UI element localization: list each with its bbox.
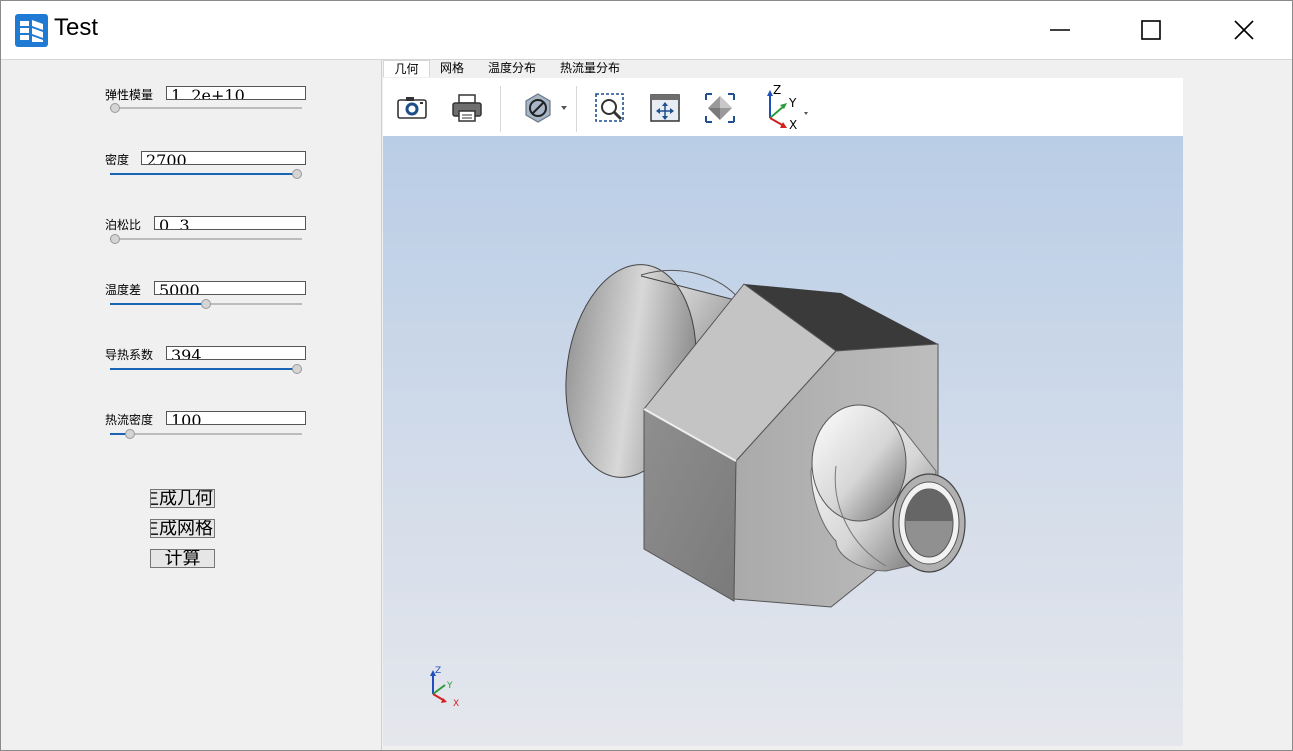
triad-x-label: X bbox=[453, 699, 459, 709]
app-logo-icon bbox=[15, 14, 48, 47]
print-icon[interactable] bbox=[450, 91, 484, 125]
maximize-button[interactable] bbox=[1106, 1, 1196, 59]
tab-mesh[interactable]: 网格 bbox=[440, 60, 464, 76]
generate-geometry-label: 生成几何 bbox=[151, 489, 213, 508]
fit-all-icon[interactable] bbox=[648, 91, 682, 125]
tab-heat-flow[interactable]: 热流量分布 bbox=[560, 60, 620, 76]
camera-icon[interactable] bbox=[395, 91, 429, 125]
minimize-icon bbox=[1050, 29, 1070, 31]
slider-thumb[interactable] bbox=[125, 429, 135, 439]
density-slider[interactable] bbox=[110, 169, 302, 179]
param-label-thermal-conductivity: 导热系数 bbox=[105, 348, 154, 362]
param-label-temperature-diff: 温度差 bbox=[105, 283, 142, 297]
zoom-window-icon[interactable] bbox=[593, 91, 627, 125]
viewer-toolbar: Z Y X bbox=[383, 78, 1183, 136]
3d-viewport[interactable]: Z Y X bbox=[383, 136, 1183, 746]
view-cube-icon[interactable] bbox=[703, 91, 737, 125]
param-label-poisson-ratio: 泊松比 bbox=[105, 218, 142, 232]
slider-fill bbox=[110, 303, 206, 305]
compute-label: 计算 bbox=[164, 549, 201, 568]
tab-temperature[interactable]: 温度分布 bbox=[488, 60, 536, 76]
density-input[interactable]: 2700 bbox=[141, 151, 306, 165]
toolbar-separator bbox=[500, 86, 501, 132]
window-title: Test bbox=[54, 14, 99, 41]
elastic-modulus-input[interactable]: 1. 2e+10 bbox=[166, 86, 306, 100]
poisson-ratio-input[interactable]: 0. 3 bbox=[154, 216, 306, 230]
title-bar: Test bbox=[1, 1, 1292, 60]
generate-mesh-label: 生成网格 bbox=[151, 519, 213, 538]
triad-z-label: Z bbox=[435, 666, 441, 676]
temperature-diff-input[interactable]: 5000 bbox=[154, 281, 306, 295]
temperature-diff-slider[interactable] bbox=[110, 299, 302, 309]
tab-geometry[interactable]: 几何 bbox=[383, 60, 430, 77]
axes-triad: Z Y X bbox=[430, 666, 459, 709]
axis-y-label: Y bbox=[788, 96, 797, 110]
slider-thumb[interactable] bbox=[201, 299, 211, 309]
maximize-icon bbox=[1141, 20, 1161, 40]
generate-geometry-button[interactable]: 生成几何 bbox=[150, 489, 215, 508]
close-button[interactable] bbox=[1199, 1, 1289, 59]
slider-thumb[interactable] bbox=[110, 234, 120, 244]
slider-thumb[interactable] bbox=[292, 364, 302, 374]
param-label-density: 密度 bbox=[105, 153, 130, 167]
thermal-conductivity-input[interactable]: 394 bbox=[166, 346, 306, 360]
generate-mesh-button[interactable]: 生成网格 bbox=[150, 519, 215, 538]
poisson-ratio-slider[interactable] bbox=[110, 234, 302, 244]
viewer-divider bbox=[381, 60, 382, 750]
toolbar-separator bbox=[576, 86, 577, 132]
axes-view-icon[interactable]: Z Y X bbox=[760, 84, 810, 132]
viewer-tabs: 几何 网格 温度分布 热流量分布 bbox=[382, 60, 1184, 77]
heat-flux-slider[interactable] bbox=[110, 429, 302, 439]
axis-x-label: X bbox=[789, 118, 797, 132]
elastic-modulus-slider[interactable] bbox=[110, 103, 302, 113]
heat-flux-input[interactable]: 100 bbox=[166, 411, 306, 425]
section-icon[interactable] bbox=[521, 91, 555, 125]
slider-thumb[interactable] bbox=[292, 169, 302, 179]
thermal-conductivity-slider[interactable] bbox=[110, 364, 302, 374]
param-label-heat-flux: 热流密度 bbox=[105, 413, 154, 427]
app-window: Test 弹性模量 1. 2e+10 密度 2700 泊松比 0. 3 温度差 … bbox=[0, 0, 1293, 751]
param-label-elastic-modulus: 弹性模量 bbox=[105, 88, 154, 102]
close-icon bbox=[1234, 20, 1254, 40]
slider-fill bbox=[110, 368, 297, 370]
slider-fill bbox=[110, 173, 297, 175]
model-view bbox=[565, 264, 966, 608]
minimize-button[interactable] bbox=[1015, 1, 1105, 59]
compute-button[interactable]: 计算 bbox=[150, 549, 215, 568]
axis-z-label: Z bbox=[773, 84, 781, 97]
triad-y-label: Y bbox=[446, 681, 453, 691]
section-dropdown-icon[interactable] bbox=[561, 106, 569, 112]
slider-thumb[interactable] bbox=[110, 103, 120, 113]
